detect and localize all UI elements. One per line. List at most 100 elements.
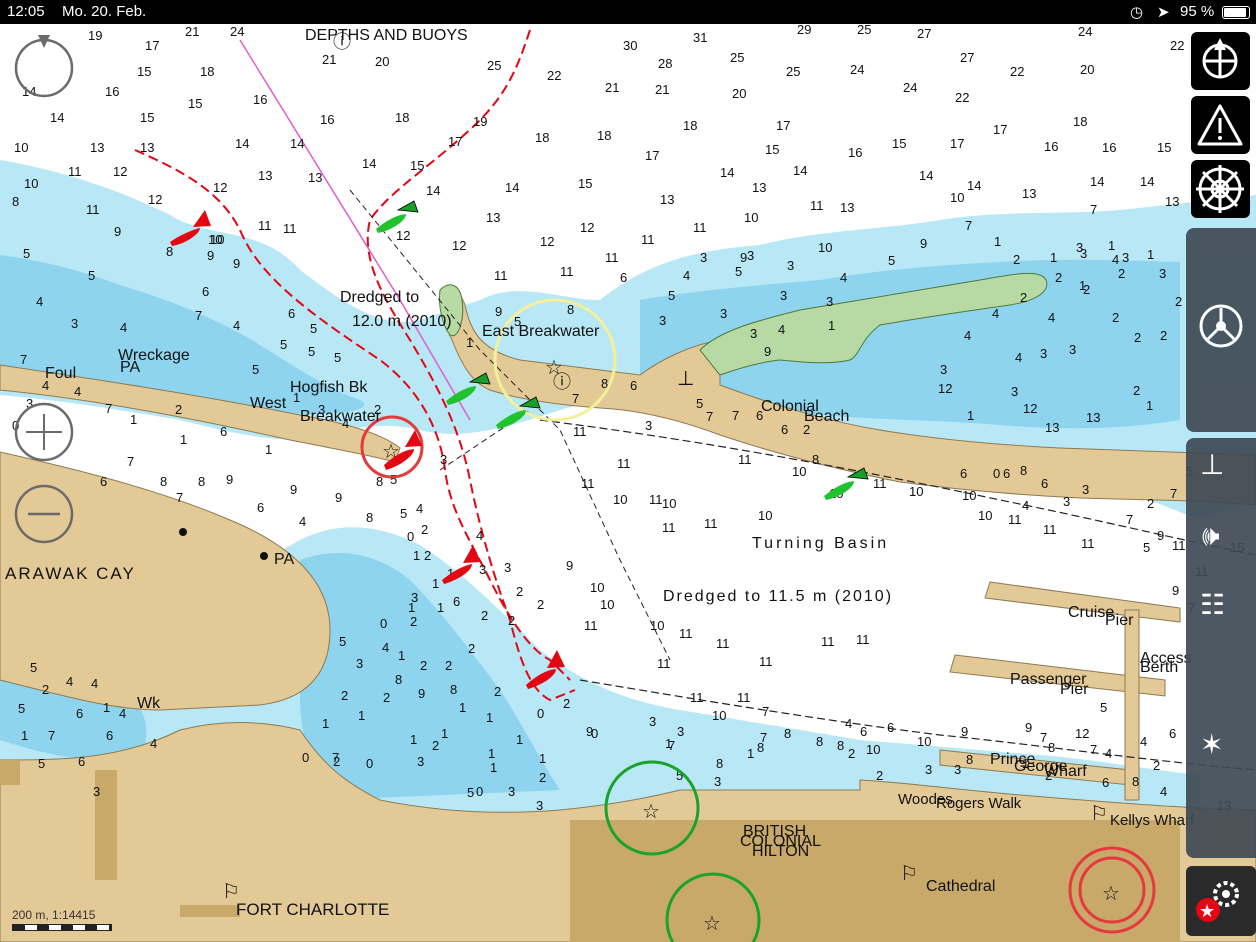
depth-sounding: 14 [1090, 174, 1104, 189]
depth-sounding: 11 [821, 634, 835, 649]
depth-sounding: 22 [1010, 64, 1024, 79]
depth-sounding: 10 [590, 580, 604, 595]
depth-sounding: 13 [1022, 186, 1036, 201]
depth-sounding: 19 [473, 114, 487, 129]
depth-sounding: 25 [786, 64, 800, 79]
depth-sounding: 27 [960, 50, 974, 65]
settings-button[interactable]: ★ [1186, 866, 1256, 936]
depth-sounding: 7 [20, 352, 27, 367]
depth-sounding: 1 [466, 335, 473, 350]
depth-sounding: 5 [310, 321, 317, 336]
depth-sounding: 2 [1133, 383, 1140, 398]
depth-sounding: 12 [452, 238, 466, 253]
depth-sounding: 21 [185, 24, 199, 39]
depth-sounding: 3 [659, 313, 666, 328]
depth-sounding: 3 [536, 798, 543, 813]
depth-sounding: 2 [563, 696, 570, 711]
label-pier-2: Pier [1060, 681, 1089, 698]
route-icon[interactable]: ✶ [1200, 728, 1223, 761]
depth-sounding: 2 [1147, 496, 1154, 511]
depth-sounding: 12 [580, 220, 594, 235]
wheel-button[interactable] [1191, 160, 1250, 218]
label-hilton: HILTON [752, 843, 809, 860]
depth-sounding: 2 [848, 746, 855, 761]
depth-sounding: 14 [720, 165, 734, 180]
warning-button[interactable] [1191, 96, 1250, 154]
label-dredged-12: Dredged to [340, 289, 419, 306]
depth-sounding: 24 [850, 62, 864, 77]
depth-sounding: 11 [605, 250, 619, 265]
depth-sounding: 1 [413, 548, 420, 563]
depth-sounding: 7 [668, 738, 675, 753]
depth-sounding: 21 [322, 52, 336, 67]
depth-sounding: 13 [486, 210, 500, 225]
depth-sounding: 2 [1118, 266, 1125, 281]
depth-sounding: 7 [195, 308, 202, 323]
depth-sounding: 5 [280, 337, 287, 352]
depth-sounding: 1 [398, 648, 405, 663]
depth-sounding: 7 [1090, 202, 1097, 217]
depth-sounding: 11 [258, 218, 272, 233]
depth-sounding: 3 [1069, 342, 1076, 357]
anchor-icon[interactable]: ⊥ [1200, 448, 1224, 481]
depth-sounding: 4 [1112, 252, 1119, 267]
depth-sounding: 11 [856, 632, 870, 647]
depth-sounding: 29 [797, 24, 811, 37]
depth-sounding: 1 [1108, 238, 1115, 253]
depth-sounding: 3 [479, 562, 486, 577]
depth-sounding: 7 [1040, 730, 1047, 745]
depth-sounding: 12 [1075, 726, 1089, 741]
depth-sounding: 21 [605, 80, 619, 95]
depth-sounding: 13 [308, 170, 322, 185]
depth-sounding: 4 [683, 268, 690, 283]
depth-sounding: 7 [732, 408, 739, 423]
depth-sounding: 9 [764, 344, 771, 359]
depth-sounding: 8 [812, 452, 819, 467]
depth-sounding: 11 [759, 654, 773, 669]
helm-panel[interactable] [1186, 228, 1256, 432]
depth-sounding: 13 [660, 192, 674, 207]
depth-sounding: 6 [1169, 726, 1176, 741]
flag-icon-1: ⚐ [1090, 803, 1108, 825]
status-battery: 95 % [1180, 3, 1215, 20]
label-breakwater: Breakwater [300, 408, 382, 425]
depth-sounding: 5 [668, 288, 675, 303]
depth-sounding: 11 [873, 476, 887, 491]
depth-sounding: 4 [74, 384, 81, 399]
depth-sounding: 3 [1076, 240, 1083, 255]
depth-sounding: 6 [76, 706, 83, 721]
depth-sounding: 9 [290, 482, 297, 497]
depth-sounding: 16 [105, 84, 119, 99]
depth-sounding: 3 [1063, 494, 1070, 509]
depth-sounding: 24 [1078, 24, 1092, 39]
depth-sounding: 7 [332, 750, 339, 765]
depth-sounding: 24 [230, 24, 244, 39]
depth-sounding: 4 [299, 514, 306, 529]
depth-sounding: 10 [978, 508, 992, 523]
depth-sounding: 6 [288, 306, 295, 321]
depth-sounding: 2 [421, 522, 428, 537]
depth-sounding: 12 [113, 164, 127, 179]
layers-icon[interactable]: ☷ [1200, 588, 1225, 621]
depth-sounding: 4 [1015, 350, 1022, 365]
depth-sounding: 1 [437, 600, 444, 615]
depth-sounding: 2 [1013, 252, 1020, 267]
depth-sounding: 22 [955, 90, 969, 105]
info-icon-2[interactable]: ⓘ [553, 372, 571, 392]
depth-sounding: 1 [21, 728, 28, 743]
nautical-chart[interactable]: 19 21 2421 20 2522303128 2521 212529 25 27242722… [0, 24, 1256, 942]
depth-sounding: 6 [78, 754, 85, 769]
depth-sounding: 7 [105, 401, 112, 416]
depth-sounding: 0 [407, 529, 414, 544]
label-pier-1: Pier [1105, 612, 1134, 629]
depth-sounding: 22 [1170, 38, 1184, 53]
depth-sounding: 12 [396, 228, 410, 243]
depth-sounding: 0 [476, 784, 483, 799]
label-arawak-cay: ARAWAK CAY [5, 564, 136, 583]
depth-sounding: 6 [202, 284, 209, 299]
sound-icon[interactable]: 🕪 [1202, 520, 1220, 553]
tools-panel[interactable]: ⊥ 🕪 ☷ ✶ [1186, 438, 1256, 858]
depth-sounding: 14 [362, 156, 376, 171]
depth-sounding: 3 [649, 714, 656, 729]
compass-button[interactable] [1191, 32, 1250, 90]
